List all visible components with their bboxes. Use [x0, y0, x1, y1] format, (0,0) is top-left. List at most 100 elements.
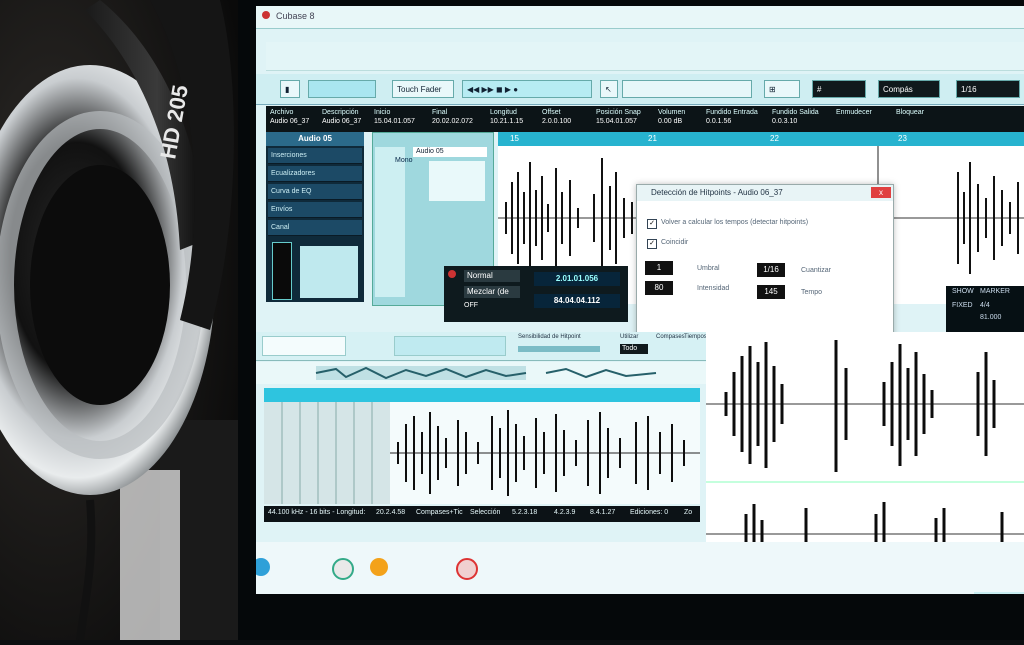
- option-label: Coincidir: [661, 239, 689, 246]
- waveform-right: [706, 340, 1024, 483]
- info-col[interactable]: Offset 2.0.0.100: [542, 108, 571, 126]
- media-player-icon[interactable]: [370, 558, 388, 576]
- track-meter-strip: [375, 147, 405, 297]
- cycle-mode-select[interactable]: Mezclar (de: [464, 286, 520, 298]
- threshold-field[interactable]: 1: [645, 261, 673, 275]
- tray-area[interactable]: [974, 592, 1024, 594]
- activate-project-button[interactable]: ▮: [280, 80, 300, 98]
- keypad-tempo[interactable]: 81.000: [980, 314, 1001, 321]
- info-col[interactable]: Descripción Audio 06_37: [322, 108, 361, 126]
- inspector-section-channel[interactable]: Canal: [268, 220, 362, 236]
- window-title: Cubase 8: [276, 11, 315, 21]
- grid-type-dropdown[interactable]: Compás: [878, 80, 940, 98]
- option-label: Volver a calcular los tempos (detectar h…: [661, 219, 809, 226]
- channel-meter: [272, 242, 292, 300]
- keypad-fixed-label: FIXED: [952, 302, 973, 309]
- keypad-marker-label[interactable]: MARKER: [980, 288, 1010, 295]
- channel-fader[interactable]: [300, 246, 358, 298]
- transport-panel: Normal Mezclar (de OFF 2.01.01.056 84.04…: [444, 266, 628, 322]
- info-col[interactable]: Final 20.02.02.072: [432, 108, 473, 126]
- event-info-line: Archivo Audio 06_37 Descripción Audio 06_3…: [266, 106, 1024, 132]
- info-col[interactable]: Archivo Audio 06_37: [270, 108, 309, 126]
- ruler-mark: 21: [648, 134, 657, 143]
- option-checkbox[interactable]: ✓: [647, 239, 657, 249]
- audio-format: 44.100 kHz - 16 bits - Longitud:: [268, 509, 366, 516]
- overview-waveform: [315, 366, 657, 380]
- time-format-select[interactable]: Compases+Tic: [416, 509, 463, 516]
- tempo-field[interactable]: 145: [757, 285, 785, 299]
- info-col[interactable]: Bloquear: [896, 108, 924, 117]
- selection-label: Selección: [470, 509, 501, 516]
- info-col[interactable]: Volumen 0.00 dB: [658, 108, 685, 126]
- dialog-close-button[interactable]: x: [871, 187, 891, 198]
- audio-length: 20.2.4.58: [376, 509, 406, 516]
- info-col[interactable]: Enmudecer: [836, 108, 872, 117]
- keypad-show-label[interactable]: SHOW: [952, 288, 974, 295]
- beats-label: Tiempos: [684, 334, 707, 340]
- browser-icon[interactable]: [332, 558, 354, 580]
- info-col[interactable]: Inicio 15.04.01.057: [374, 108, 415, 126]
- hitpoint-dialog: Detección de Hitpoints - Audio 06_37 x ✓…: [636, 184, 894, 338]
- inspector-panel: Audio 05 Inserciones Ecualizadores Curva…: [266, 132, 364, 302]
- left-locator-time[interactable]: 2.01.01.056: [534, 272, 620, 286]
- intensity-field[interactable]: 80: [645, 281, 673, 295]
- right-locator-time[interactable]: 84.04.04.112: [534, 294, 620, 308]
- editor-overview[interactable]: [256, 362, 706, 384]
- menu-bar: [266, 42, 1024, 71]
- sample-editor-toolbar: Sensibilidad de Hitpoint Utilizar Todo C…: [256, 332, 707, 361]
- constrain-buttons[interactable]: [308, 80, 376, 98]
- editor-statusbar: 44.100 kHz - 16 bits - Longitud: 20.2.4.…: [264, 506, 700, 522]
- info-col[interactable]: Longitud 10.21.1.15: [490, 108, 523, 126]
- keypad-signature[interactable]: 4/4: [980, 302, 990, 309]
- inspector-track-name[interactable]: Audio 05: [266, 132, 364, 146]
- selection-start: 5.2.3.18: [512, 509, 538, 516]
- tempo-label: Tempo: [801, 289, 823, 296]
- app-icon: [262, 11, 270, 19]
- inspector-section-sends[interactable]: Envíos: [268, 202, 362, 218]
- auto-quantize-off[interactable]: OFF: [464, 302, 478, 309]
- use-select[interactable]: Todo: [620, 344, 648, 354]
- cubase-icon[interactable]: [456, 558, 478, 580]
- inspector-section-eq[interactable]: Ecualizadores: [268, 166, 362, 182]
- track-controls[interactable]: [429, 161, 485, 201]
- inspector-section-eq-curve[interactable]: Curva de EQ: [268, 184, 362, 200]
- timeline-ruler[interactable]: 15 21 22 23: [498, 132, 1024, 146]
- grid-type-select[interactable]: #: [812, 80, 866, 98]
- track-waveform-right[interactable]: [706, 332, 1024, 508]
- selection-end: 8.4.1.27: [590, 509, 616, 516]
- dialog-title: Detección de Hitpoints - Audio 06_37: [637, 185, 893, 201]
- track-mono-label: Mono: [395, 157, 413, 164]
- inspector-section-inserts[interactable]: Inserciones: [268, 148, 362, 164]
- info-col[interactable]: Fundido Salida 0.0.3.10: [772, 108, 819, 126]
- waveform-lower: [264, 402, 700, 504]
- ruler-mark: 22: [770, 134, 779, 143]
- quantize-label: Cuantizar: [801, 267, 831, 274]
- selection-length: 4.2.3.9: [554, 509, 576, 516]
- sample-editor-waveform[interactable]: [264, 402, 700, 504]
- editor-ruler[interactable]: [264, 388, 700, 402]
- info-col[interactable]: Posición Snap 15.04.01.057: [596, 108, 641, 126]
- track-name[interactable]: Audio 05: [413, 147, 487, 157]
- ruler-mark: 15: [510, 134, 519, 143]
- pointer-tool-button[interactable]: ↖: [600, 80, 618, 98]
- info-col[interactable]: Fundido Entrada 0.0.1.56: [706, 108, 758, 126]
- quantize-dropdown[interactable]: 1/16: [956, 80, 1020, 98]
- record-mode-icon: [448, 270, 456, 278]
- use-label: Utilizar: [620, 334, 639, 340]
- transport-keypad: SHOW MARKER FIXED 4/4 81.000: [946, 286, 1024, 336]
- editor-mode-buttons[interactable]: [394, 336, 506, 356]
- headphones: HD 205: [0, 0, 260, 641]
- record-mode-select[interactable]: Normal: [464, 270, 520, 282]
- zoom-label: Zo: [684, 509, 693, 516]
- intensity-label: Intensidad: [697, 285, 730, 292]
- quantize-field[interactable]: 1/16: [757, 263, 785, 277]
- automation-mode-select[interactable]: Touch Fader: [392, 80, 454, 98]
- option-checkbox[interactable]: ✓: [647, 219, 657, 229]
- headphones-illustration: HD 205: [0, 0, 260, 641]
- snap-button[interactable]: ⊞: [764, 80, 800, 98]
- hitpoint-sensitivity-slider[interactable]: [518, 346, 600, 352]
- screen: Cubase 8 ▮ Touch Fader ◀◀ ▶▶ ◼ ▶ ● ↖ ⊞ #…: [256, 6, 1024, 594]
- transport-buttons[interactable]: ◀◀ ▶▶ ◼ ▶ ●: [462, 80, 592, 98]
- editor-tool-group[interactable]: [262, 336, 346, 356]
- tool-buttons[interactable]: [622, 80, 752, 98]
